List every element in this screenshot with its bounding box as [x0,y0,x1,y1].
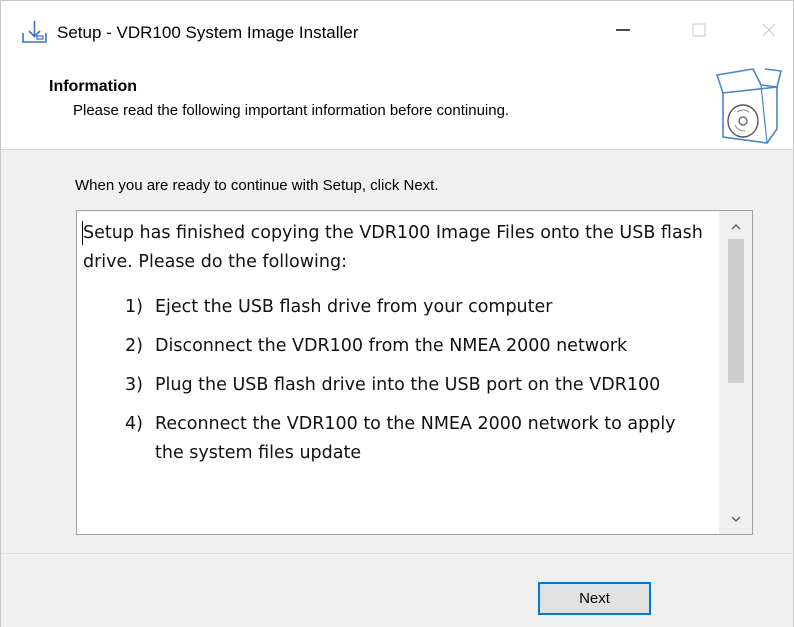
close-icon [762,23,776,42]
minimize-button[interactable] [601,15,645,49]
wizard-footer: Next [1,553,793,627]
vertical-scrollbar[interactable] [719,211,752,534]
step-number: 4) [125,414,143,434]
memo-intro: Setup has finished copying the VDR100 Im… [83,223,703,272]
steps-list: 1) Eject the USB flash drive from your c… [83,293,703,468]
title-bar: Setup - VDR100 System Image Installer [1,1,793,61]
list-item: 4) Reconnect the VDR100 to the NMEA 2000… [83,410,703,468]
scroll-thumb[interactable] [728,239,744,383]
step-number: 3) [125,375,143,395]
list-item: 2) Disconnect the VDR100 from the NMEA 2… [83,332,703,361]
close-button[interactable] [747,15,791,49]
information-memo[interactable]: Setup has finished copying the VDR100 Im… [76,210,753,535]
step-text: Disconnect the VDR100 from the NMEA 2000… [155,336,628,356]
scroll-up-button[interactable] [719,211,752,241]
scroll-down-button[interactable] [719,504,752,534]
download-icon [21,19,49,45]
step-text: Reconnect the VDR100 to the NMEA 2000 ne… [155,414,676,463]
wizard-body: When you are ready to continue with Setu… [1,150,793,550]
list-item: 1) Eject the USB flash drive from your c… [83,293,703,322]
chevron-down-icon [731,510,741,528]
page-subtitle: Please read the following important info… [73,102,510,119]
maximize-icon [692,23,706,42]
next-button[interactable]: Next [538,582,651,615]
wizard-header: Information Please read the following im… [1,61,793,150]
chevron-up-icon [731,217,741,235]
memo-content: Setup has finished copying the VDR100 Im… [83,219,703,478]
box-disc-icon [715,65,783,145]
step-text: Plug the USB flash drive into the USB po… [155,375,661,395]
continue-instruction: When you are ready to continue with Setu… [75,177,439,194]
step-number: 1) [125,297,143,317]
step-number: 2) [125,336,143,356]
setup-window: Setup - VDR100 System Image Installer In… [0,0,794,627]
list-item: 3) Plug the USB flash drive into the USB… [83,371,703,400]
minimize-icon [616,23,630,42]
step-text: Eject the USB flash drive from your comp… [155,297,553,317]
page-title: Information [49,78,137,95]
window-title: Setup - VDR100 System Image Installer [57,23,359,42]
maximize-button[interactable] [677,15,721,49]
